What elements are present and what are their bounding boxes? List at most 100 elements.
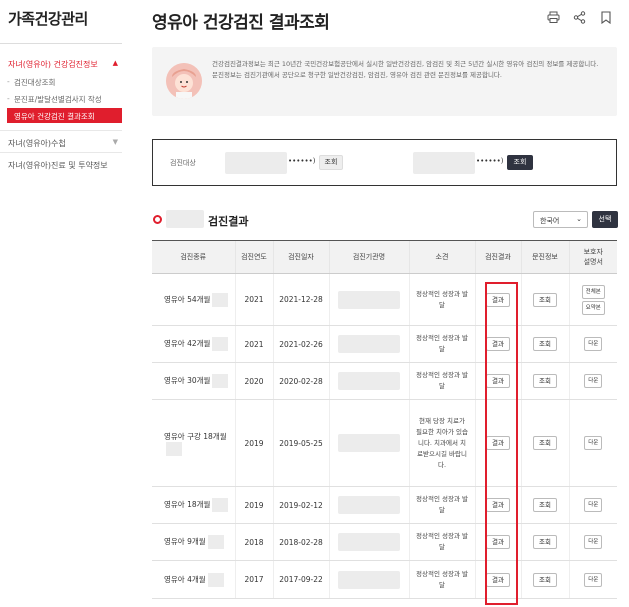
sidebar-item-target[interactable]: 검진대상조회 — [7, 77, 55, 88]
cell-year: 2019 — [234, 486, 273, 524]
info-text-line: 건강검진결과정보는 최근 10년간 국민건강보험공단에서 실시한 일반건강검진,… — [212, 60, 599, 68]
checkup-type: 영유아 54개월 — [164, 294, 211, 304]
cell-institution — [328, 399, 409, 487]
select-button[interactable]: 선택 — [592, 211, 618, 228]
chevron-down-icon: ⌄ — [576, 215, 582, 223]
masked-institution — [338, 335, 400, 353]
masked-id: ••••••) — [476, 157, 504, 165]
masked-text — [212, 337, 229, 351]
cell-date: 2020-02-28 — [272, 362, 329, 400]
checkup-type: 영유아 30개월 — [164, 376, 211, 385]
cell-opinion: 정상적인 성장과 발달 — [408, 273, 475, 326]
table-row: 영유아 구강 18개월 2019 2019-05-25 현재 당장 치료가 필요… — [152, 399, 617, 487]
sidebar-item-results[interactable]: 영유아 건강검진 결과조회 — [7, 108, 122, 123]
cell-inquiry: 조회 — [520, 362, 569, 400]
cell-inquiry: 조회 — [520, 523, 569, 561]
guide-button[interactable]: 다운 — [584, 337, 603, 351]
search-panel: 검진대상 ••••••) 조회 ••••••) 조회 — [152, 139, 617, 186]
divider — [0, 130, 122, 131]
cell-date: 2021-02-26 — [272, 325, 329, 363]
cell-type: 영유아 42개월 — [152, 325, 235, 363]
checkup-type: 영유아 4개월 — [164, 574, 206, 584]
guide-button[interactable]: 다운 — [584, 535, 603, 549]
cell-guide: 다운 — [568, 325, 617, 363]
sidebar-title: 가족건강관리 — [8, 10, 88, 28]
info-text-line: 문진정보는 검진기관에서 공단으로 청구한 일반건강검진, 암검진, 영유아 검… — [212, 70, 502, 79]
inquiry-button[interactable]: 조회 — [533, 535, 557, 549]
inquiry-button[interactable]: 조회 — [533, 292, 557, 307]
table-row: 영유아 18개월 2019 2019-02-12 정상적인 성장과 발달 결과 … — [152, 486, 617, 524]
masked-id: ••••••) — [288, 157, 316, 165]
inquiry-button[interactable]: 조회 — [533, 436, 557, 450]
sidebar-item-questionnaire[interactable]: 문진표/발달선별검사지 작성 — [7, 94, 102, 105]
guide-button[interactable]: 전체본 — [581, 284, 605, 299]
search-button[interactable]: 조회 — [319, 155, 343, 170]
cell-inquiry: 조회 — [520, 560, 569, 599]
search-label: 검진대상 — [170, 159, 196, 167]
print-icon[interactable] — [545, 9, 561, 25]
inquiry-button[interactable]: 조회 — [533, 374, 557, 388]
cell-guide: 다운 — [568, 560, 617, 599]
cell-guide: 전체본 요약본 — [568, 273, 617, 326]
share-icon[interactable] — [571, 9, 587, 25]
guide-button[interactable]: 다운 — [584, 498, 603, 512]
cell-year: 2020 — [234, 362, 273, 400]
cell-inquiry: 조회 — [520, 325, 569, 363]
sidebar-group-handbook[interactable]: 자녀(영유아)수첩 ▼ — [8, 138, 122, 149]
cell-guide: 다운 — [568, 399, 617, 487]
info-text: 건강검진결과정보는 최근 10년간 국민건강보험공단에서 실시한 일반건강검진,… — [212, 59, 612, 80]
guide-button[interactable]: 다운 — [584, 572, 603, 587]
cell-inquiry: 조회 — [520, 399, 569, 487]
cell-year: 2018 — [234, 523, 273, 561]
cell-inquiry: 조회 — [520, 273, 569, 326]
cell-type: 영유아 4개월 — [152, 560, 235, 599]
table-row: 영유아 4개월 2017 2017-09-22 정상적인 성장과 발달 결과 조… — [152, 560, 617, 599]
search-button-selected[interactable]: 조회 — [507, 155, 533, 170]
cell-opinion: 현재 당장 치료가 필요한 치아가 있습니다. 치과에서 치료받으시길 바랍니다… — [408, 399, 475, 487]
baby-avatar-icon — [166, 63, 202, 99]
inquiry-button[interactable]: 조회 — [533, 572, 557, 587]
guide-button[interactable]: 다운 — [584, 374, 603, 388]
col-header: 소견 — [408, 240, 475, 274]
cell-year: 2021 — [234, 273, 273, 326]
inquiry-button[interactable]: 조회 — [533, 498, 557, 512]
masked-name — [225, 152, 287, 174]
masked-text — [212, 292, 229, 307]
sidebar-group-checkup[interactable]: 자녀(영유아) 건강검진정보 ▲ — [8, 59, 122, 70]
col-header: 검진결과 — [474, 240, 521, 274]
chevron-down-icon: ▼ — [112, 138, 118, 146]
cell-institution — [328, 325, 409, 363]
cell-inquiry: 조회 — [520, 486, 569, 524]
sidebar-group-label: 자녀(영유아)수첩 — [8, 139, 66, 148]
table-header-row: 검진종류 검진연도 검진일자 검진기관명 소견 검진결과 문진정보 보호자 설명… — [152, 240, 617, 274]
sidebar-group-treatment[interactable]: 자녀(영유아)진료 및 투약정보 — [8, 160, 122, 171]
cell-type: 영유아 9개월 — [152, 523, 235, 561]
masked-text — [212, 374, 229, 388]
col-header: 검진기관명 — [328, 240, 409, 274]
language-select[interactable]: 한국어 ⌄ — [533, 211, 588, 228]
col-header: 문진정보 — [520, 240, 569, 274]
guide-button[interactable]: 요약본 — [581, 300, 605, 315]
cell-guide: 다운 — [568, 486, 617, 524]
cell-opinion: 정상적인 성장과 발달 — [408, 362, 475, 400]
bookmark-icon[interactable] — [598, 9, 614, 25]
cell-year: 2019 — [234, 399, 273, 487]
cell-type: 영유아 30개월 — [152, 362, 235, 400]
cell-type: 영유아 18개월 — [152, 486, 235, 524]
masked-institution — [338, 496, 400, 514]
guide-button[interactable]: 다운 — [584, 436, 603, 450]
masked-institution — [338, 570, 400, 589]
cell-opinion: 정상적인 성장과 발달 — [408, 560, 475, 599]
checkup-type: 영유아 42개월 — [164, 339, 211, 348]
masked-text — [207, 535, 224, 549]
checkup-type: 영유아 9개월 — [164, 537, 206, 546]
page-title: 영유아 건강검진 결과조회 — [152, 13, 330, 33]
col-header: 검진일자 — [272, 240, 329, 274]
masked-institution — [338, 372, 400, 390]
table-row: 영유아 42개월 2021 2021-02-26 정상적인 성장과 발달 결과 … — [152, 325, 617, 363]
cell-type: 영유아 54개월 — [152, 273, 235, 326]
inquiry-button[interactable]: 조회 — [533, 337, 557, 351]
cell-institution — [328, 523, 409, 561]
table-row: 영유아 9개월 2018 2018-02-28 정상적인 성장과 발달 결과 조… — [152, 523, 617, 561]
checkup-type: 영유아 구강 18개월 — [164, 431, 227, 441]
